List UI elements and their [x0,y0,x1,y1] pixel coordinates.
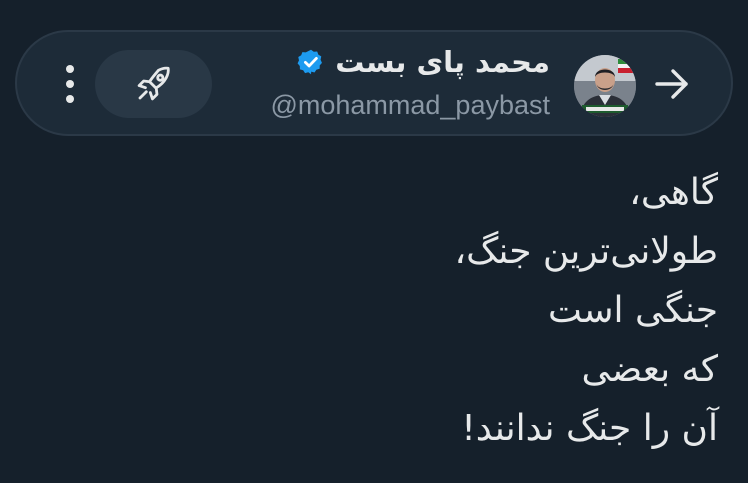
rocket-icon [137,66,170,101]
display-name: محمد پای بست [335,45,550,79]
vertical-ellipsis-icon [66,65,74,73]
boost-button[interactable] [95,50,212,118]
name-row: محمد پای بست [220,40,550,84]
post-text-line: طولانی‌ترین جنگ، [454,231,718,272]
post-text-line: که بعضی [581,349,719,390]
post-text-line: آن را جنگ ندانند! [461,408,718,449]
back-button[interactable] [648,62,696,106]
user-handle: @mohammad_paybast [270,90,550,120]
vertical-ellipsis-icon-dot [66,95,74,103]
verified-badge-icon [297,49,323,75]
avatar[interactable] [574,55,636,117]
avatar-image [574,55,636,117]
post-body: گاهی، طولانی‌ترین جنگ، جنگی است که بعضی … [58,163,718,458]
more-options-button[interactable] [48,58,92,110]
user-info[interactable]: محمد پای بست @mohammad_paybast [220,40,550,126]
arrow-right-icon [655,69,688,99]
post-text-line: جنگی است [548,290,718,331]
vertical-ellipsis-icon-dot [66,80,74,88]
post-text-line: گاهی، [629,172,718,213]
